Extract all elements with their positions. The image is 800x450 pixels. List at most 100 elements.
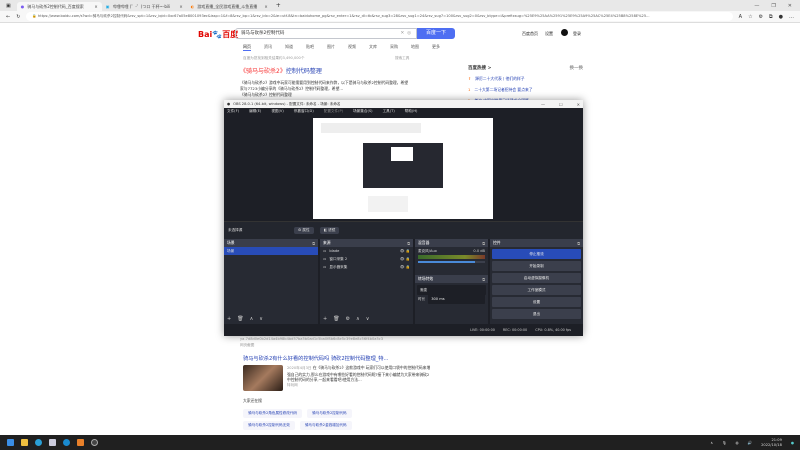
nav-wenku[interactable]: 文库 xyxy=(369,44,377,51)
file-explorer-icon[interactable] xyxy=(21,439,28,446)
obs-icon[interactable] xyxy=(91,439,98,446)
more-icon[interactable]: … xyxy=(789,14,794,20)
menu-help[interactable]: 帮助(H) xyxy=(405,109,418,114)
settings-button[interactable]: 设置 xyxy=(492,297,581,307)
nav-map[interactable]: 地图 xyxy=(411,44,419,51)
back-icon[interactable]: ← xyxy=(6,14,10,20)
maximize-icon[interactable]: ☐ xyxy=(559,102,563,107)
mic-icon[interactable]: 🎙 xyxy=(722,441,727,445)
menu-tools[interactable]: 工具(T) xyxy=(383,109,395,114)
read-aloud-icon[interactable]: A xyxy=(739,14,742,20)
baidu-home-link[interactable]: 百度首页 xyxy=(522,31,538,37)
settings-link[interactable]: 设置 xyxy=(545,31,553,37)
down-icon[interactable]: ∨ xyxy=(366,316,370,322)
undock-icon[interactable]: ⧉ xyxy=(482,277,485,282)
nav-purchase[interactable]: 采购 xyxy=(390,44,398,51)
hot-item[interactable]: 1 二十大第二场记者招待会 要点来了 xyxy=(468,87,583,93)
favorite-icon[interactable]: ☆ xyxy=(748,14,752,20)
nav-images[interactable]: 图片 xyxy=(327,44,335,51)
refresh-hot-button[interactable]: 换一换 xyxy=(570,65,584,71)
refresh-icon[interactable]: ↻ xyxy=(16,14,20,20)
scene-item[interactable]: 场景 xyxy=(224,247,318,255)
clock[interactable]: 21:09 2022/10/18 xyxy=(761,438,782,447)
down-icon[interactable]: ∨ xyxy=(259,316,263,322)
search-button[interactable]: 百度一下 xyxy=(417,28,455,39)
baidu-logo[interactable]: Bai🐾百度 xyxy=(198,29,238,40)
login-link[interactable]: 登录 xyxy=(573,31,581,37)
hot-item[interactable]: ⇑ 踔厉二十大代表丨他们的样子 xyxy=(468,76,583,82)
browser-tab[interactable]: ▣ 哔哩哔哩 (゜-゜)つロ 干杯~-bili × xyxy=(102,2,187,11)
tab-actions-icon[interactable]: ▣ xyxy=(6,3,11,9)
source-item[interactable]: ▭ 窗口采集 2 👁 🔒 xyxy=(320,255,413,263)
stop-streaming-button[interactable]: 停止推流 xyxy=(492,249,581,259)
properties-button[interactable]: ⚙ 属性 xyxy=(294,227,314,234)
duration-input[interactable]: 300 ms xyxy=(428,294,485,304)
trash-icon[interactable]: 🗑 xyxy=(333,316,339,322)
studio-mode-button[interactable]: 工作室模式 xyxy=(492,285,581,295)
related-search-link[interactable]: 骑马与砍杀2控制代码无效 xyxy=(243,421,295,430)
nav-video[interactable]: 视频 xyxy=(348,44,356,51)
extensions-icon[interactable]: ⚙ xyxy=(759,14,763,20)
menu-scene-collection[interactable]: 场景集合(S) xyxy=(353,109,372,114)
minimize-icon[interactable]: — xyxy=(541,102,545,107)
undock-icon[interactable]: ⧉ xyxy=(482,241,485,246)
source-item[interactable]: ▭ 显示器采集 👁 🔒 xyxy=(320,263,413,271)
notification-icon[interactable]: ● xyxy=(791,441,794,445)
search-input[interactable]: 骑马与砍杀2控制代码 ✕ ◎ xyxy=(235,28,417,39)
menu-edit[interactable]: 编辑(E) xyxy=(249,109,261,114)
browser-tab[interactable]: ● 骑马与砍杀2控制代码_百度搜索 × xyxy=(16,2,102,11)
search-tools-button[interactable]: 搜索工具 xyxy=(395,56,409,61)
result-thumbnail[interactable] xyxy=(243,365,283,391)
exit-button[interactable]: 退出 xyxy=(492,309,581,319)
close-icon[interactable]: ✕ xyxy=(577,102,580,107)
volume-icon[interactable]: 🔊 xyxy=(748,441,752,445)
screenshot-link[interactable]: 网页截图 xyxy=(240,343,430,348)
app-icon[interactable] xyxy=(77,439,84,446)
url-input[interactable]: 🔒 https://www.baidu.com/s?wd=骑马与砍杀2控制代码&… xyxy=(26,12,733,21)
nav-web[interactable]: 网页 xyxy=(243,44,251,51)
hot-title[interactable]: 百度热搜 > xyxy=(468,65,491,71)
undock-icon[interactable]: ⧉ xyxy=(312,241,315,246)
related-search-link[interactable]: 骑马与砍杀2控制代码 xyxy=(307,409,352,418)
nav-tieba[interactable]: 贴吧 xyxy=(306,44,314,51)
edge-icon[interactable] xyxy=(35,439,42,446)
close-tab-icon[interactable]: × xyxy=(264,4,267,9)
nav-more[interactable]: 更多 xyxy=(432,44,440,51)
menu-file[interactable]: 文件(F) xyxy=(227,109,239,114)
maximize-icon[interactable]: ❐ xyxy=(771,3,775,9)
result-title[interactable]: 骑马与砍杀2有什么好看的控制代码吗 骑砍2控制代码整理_特... xyxy=(243,355,433,362)
browser-tab[interactable]: ◐ 游戏直播_全民游戏直播_斗鱼直播 × xyxy=(187,2,272,11)
network-icon[interactable]: ◍ xyxy=(736,441,739,445)
profile-icon[interactable]: ● xyxy=(779,14,783,20)
steam-icon[interactable] xyxy=(49,439,56,446)
trash-icon[interactable]: 🗑 xyxy=(237,316,243,322)
obs-preview[interactable] xyxy=(224,115,583,222)
nav-zhidao[interactable]: 知道 xyxy=(285,44,293,51)
source-item[interactable]: ▭ blade 👁 🔒 xyxy=(320,247,413,255)
menu-profile[interactable]: 配置文件(P) xyxy=(324,109,343,114)
app-icon[interactable] xyxy=(63,439,70,446)
start-recording-button[interactable]: 开始录制 xyxy=(492,261,581,271)
virtual-camera-button[interactable]: 启动虚拟摄像机 xyxy=(492,273,581,283)
minimize-icon[interactable]: — xyxy=(754,3,759,9)
undock-icon[interactable]: ⧉ xyxy=(577,241,580,246)
add-icon[interactable]: + xyxy=(227,316,231,322)
related-search-link[interactable]: 骑马与砍杀2金钱增加代码 xyxy=(299,421,352,430)
clear-icon[interactable]: ✕ ◎ xyxy=(400,29,411,38)
close-tab-icon[interactable]: × xyxy=(94,4,97,9)
new-tab-button[interactable]: + xyxy=(276,2,281,9)
menu-docks[interactable]: 停靠窗口(D) xyxy=(294,109,314,114)
close-tab-icon[interactable]: × xyxy=(179,4,182,9)
up-icon[interactable]: ∧ xyxy=(250,316,254,322)
filters-button[interactable]: ◧ 滤镜 xyxy=(319,227,340,234)
up-icon[interactable]: ∧ xyxy=(356,316,360,322)
menu-view[interactable]: 视图(V) xyxy=(271,109,283,114)
add-icon[interactable]: + xyxy=(323,316,327,322)
undock-icon[interactable]: ⧉ xyxy=(407,241,410,246)
volume-slider[interactable] xyxy=(418,261,485,263)
collections-icon[interactable]: ⧉ xyxy=(769,14,773,20)
avatar[interactable] xyxy=(561,29,568,36)
result-title[interactable]: 《骑马与砍杀2》控制代码整理 xyxy=(240,66,422,75)
close-icon[interactable]: ✕ xyxy=(788,3,792,9)
related-search-link[interactable]: 骑马与砍杀2角色属性修改代码 xyxy=(243,409,303,418)
